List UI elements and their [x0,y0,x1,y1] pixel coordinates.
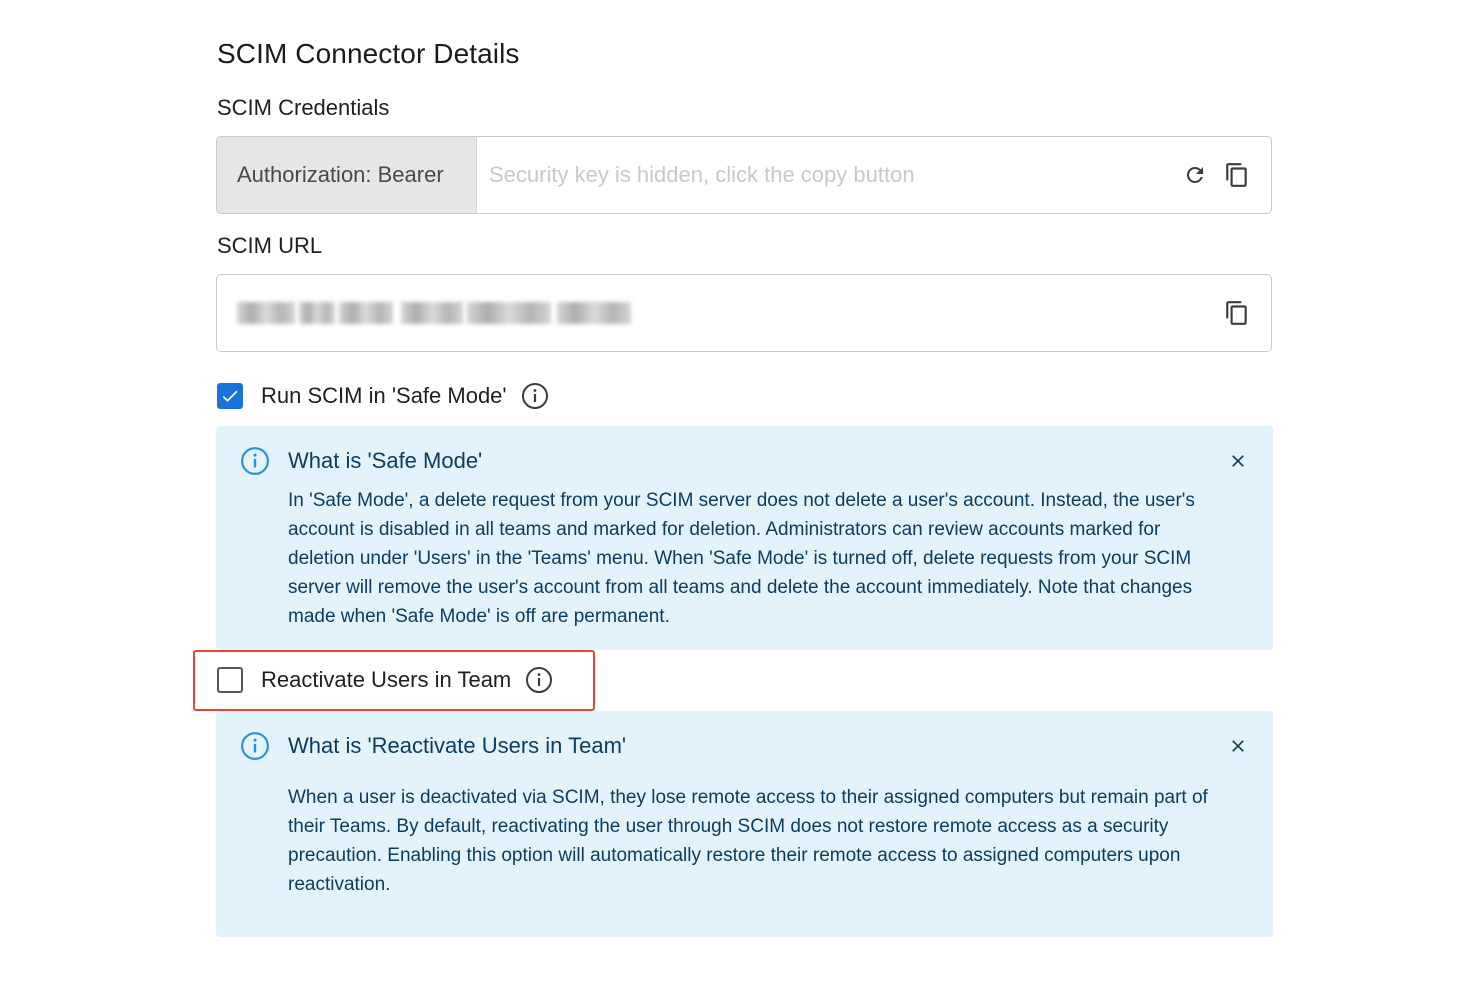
url-actions [1223,299,1271,327]
copy-icon[interactable] [1223,299,1251,327]
reactivate-alert-body: When a user is deactivated via SCIM, the… [288,787,1208,895]
url-label: SCIM URL [217,233,323,258]
auth-prefix: Authorization: Bearer [217,137,477,213]
checkmark-icon [222,390,238,402]
url-field [216,274,1272,352]
credentials-field: Authorization: Bearer [216,136,1272,214]
info-icon[interactable] [521,382,549,410]
credentials-label: SCIM Credentials [217,95,390,120]
reactivate-alert-title: What is 'Reactivate Users in Team' [288,733,627,758]
safe-mode-row: Run SCIM in 'Safe Mode' [217,381,549,411]
reactivate-alert: What is 'Reactivate Users in Team' When … [216,711,1273,937]
reactivate-label[interactable]: Reactivate Users in Team [261,667,511,693]
scim-connector-page: SCIM Connector Details SCIM Credentials … [0,0,1480,987]
safe-mode-alert-title: What is 'Safe Mode' [288,448,483,473]
security-key-input[interactable] [477,137,1181,213]
safe-mode-alert: What is 'Safe Mode' In 'Safe Mode', a de… [216,426,1273,650]
reactivate-row: Reactivate Users in Team [217,665,553,695]
safe-mode-alert-body: In 'Safe Mode', a delete request from yo… [288,490,1195,627]
info-icon [240,446,270,476]
reactivate-checkbox[interactable] [217,667,243,693]
close-icon[interactable] [1225,733,1251,759]
credentials-actions [1181,161,1271,189]
page-title: SCIM Connector Details [217,38,520,69]
refresh-icon[interactable] [1181,161,1209,189]
close-icon[interactable] [1225,448,1251,474]
safe-mode-label[interactable]: Run SCIM in 'Safe Mode' [261,383,507,409]
copy-icon[interactable] [1223,161,1251,189]
info-icon[interactable] [525,666,553,694]
url-value-redacted[interactable] [237,300,1223,326]
safe-mode-checkbox[interactable] [217,383,243,409]
info-icon [240,731,270,761]
